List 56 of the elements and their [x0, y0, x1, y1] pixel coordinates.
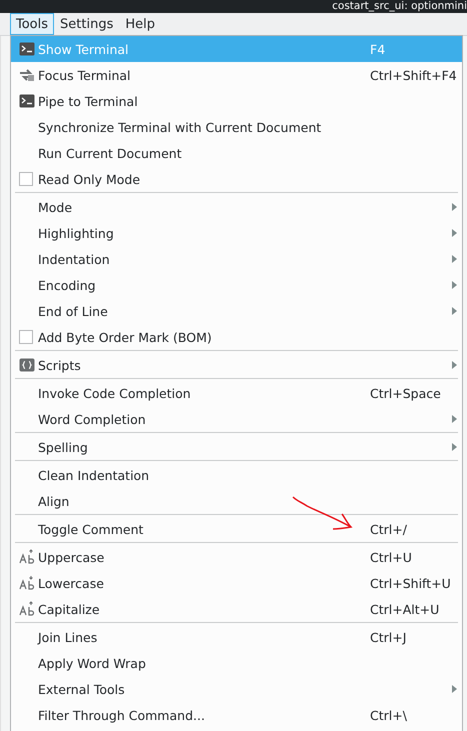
submenu-arrow-icon	[452, 685, 457, 693]
menu-item[interactable]: Focus Terminal Ctrl+Shift+F4	[11, 62, 462, 88]
shortcut-label: Ctrl+/	[370, 522, 407, 536]
menu-item[interactable]: External Tools	[11, 676, 462, 702]
terminal-icon	[19, 41, 35, 57]
menu-item[interactable]: Run Current Document	[11, 140, 462, 166]
menu-item[interactable]: Lowercase Ctrl+Shift+U	[11, 570, 462, 596]
shortcut-label: Ctrl+\	[370, 708, 407, 722]
menu-bar-item[interactable]: Settings	[54, 13, 120, 35]
submenu-arrow-icon	[452, 361, 457, 369]
submenu-arrow-icon	[452, 307, 457, 315]
shortcut-label: Ctrl+U	[370, 550, 412, 564]
menu-bar-item[interactable]: Tools	[10, 13, 54, 35]
menu-item[interactable]: Spelling	[11, 434, 462, 460]
braces-icon	[19, 357, 35, 373]
menu-item[interactable]: Word Completion	[11, 406, 462, 432]
menu-item[interactable]: Toggle Comment Ctrl+/	[11, 516, 462, 542]
shortcut-label: Ctrl+Space	[370, 386, 441, 400]
window-title: costart_src_ui: optionmini	[332, 0, 467, 13]
menu-item[interactable]: Apply Word Wrap	[11, 650, 462, 676]
menu-item[interactable]: Clean Indentation	[11, 462, 462, 488]
submenu-arrow-icon	[452, 443, 457, 451]
submenu-arrow-icon	[452, 203, 457, 211]
shortcut-label: Ctrl+Shift+F4	[370, 68, 457, 82]
menu-item[interactable]: Capitalize Ctrl+Alt+U	[11, 596, 462, 622]
menu-item[interactable]: Highlighting	[11, 220, 462, 246]
shortcut-label: F4	[370, 42, 386, 56]
menu-item[interactable]: Join Lines Ctrl+J	[11, 624, 462, 650]
menu-item[interactable]: Pipe to Terminal	[11, 88, 462, 114]
menu-item[interactable]: Indentation	[11, 246, 462, 272]
menu-item[interactable]: End of Line	[11, 298, 462, 324]
menu-item[interactable]: Synchronize Terminal with Current Document	[11, 114, 462, 140]
swap-arrows-icon	[19, 67, 35, 83]
menu-item[interactable]: Filter Through Command... Ctrl+\	[11, 702, 462, 728]
menu-item[interactable]: Encoding	[11, 272, 462, 298]
menu-bar-item[interactable]: Help	[119, 13, 161, 35]
text-case-icon	[19, 601, 35, 617]
menu-item[interactable]: Mode	[11, 194, 462, 220]
checkbox[interactable]	[19, 172, 33, 186]
text-case-icon	[19, 575, 35, 591]
checkbox[interactable]	[19, 330, 33, 344]
submenu-arrow-icon	[452, 229, 457, 237]
menu-item[interactable]: Read Only Mode	[11, 166, 462, 192]
menu-item[interactable]: Add Byte Order Mark (BOM)	[11, 324, 462, 350]
shortcut-label: Ctrl+Alt+U	[370, 602, 440, 616]
shortcut-label: Ctrl+J	[370, 630, 406, 644]
menu-item[interactable]: Uppercase Ctrl+U	[11, 544, 462, 570]
submenu-arrow-icon	[452, 415, 457, 423]
menu-item[interactable]: Invoke Code Completion Ctrl+Space	[11, 380, 462, 406]
submenu-arrow-icon	[452, 255, 457, 263]
text-case-icon	[19, 549, 35, 565]
submenu-arrow-icon	[452, 281, 457, 289]
shortcut-label: Ctrl+Shift+U	[370, 576, 451, 590]
terminal-icon	[19, 93, 35, 109]
menu-item[interactable]: Scripts	[11, 352, 462, 378]
menu-item[interactable]: Align	[11, 488, 462, 514]
